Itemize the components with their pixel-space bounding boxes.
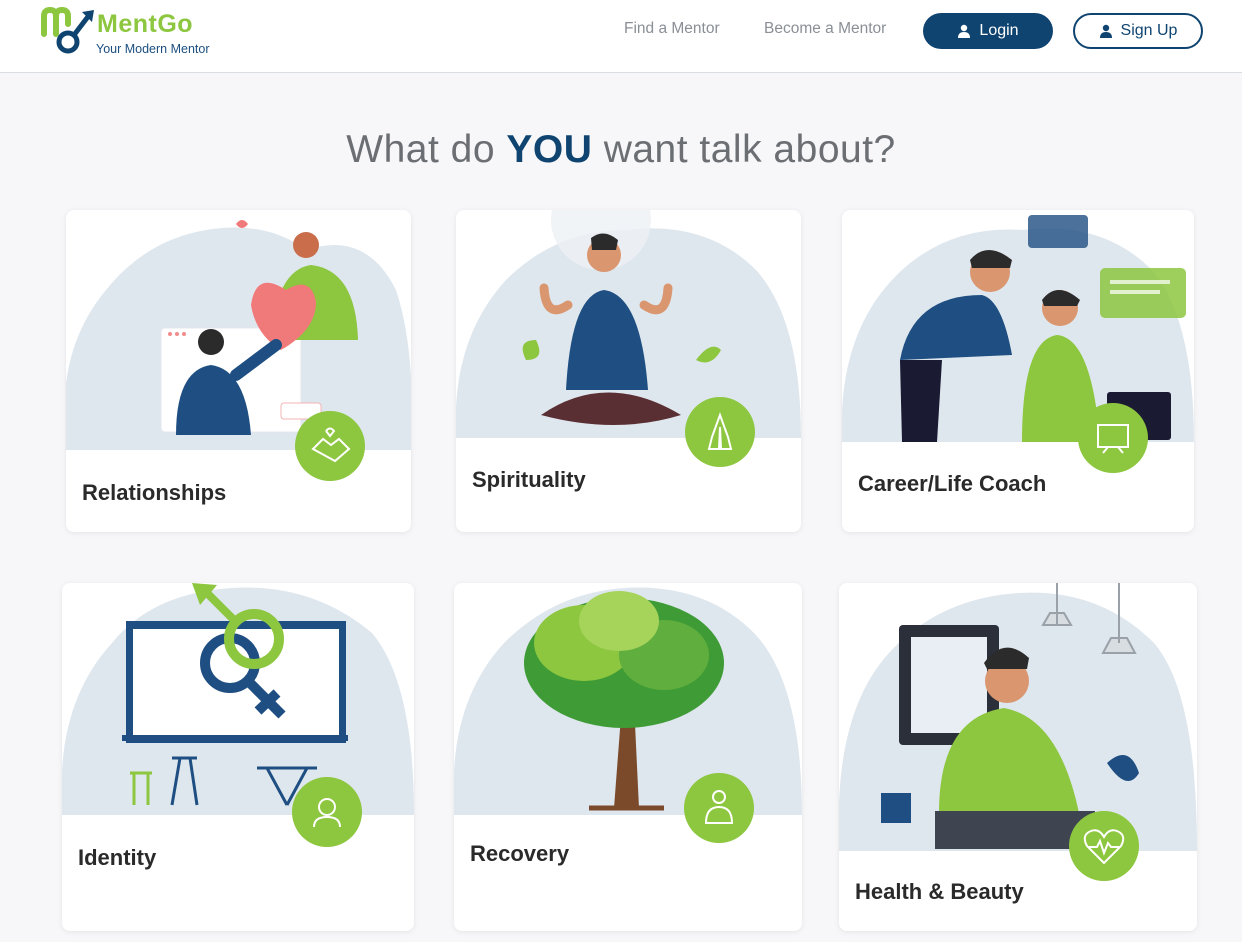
category-card-spirituality[interactable]: Spirituality — [456, 210, 801, 532]
signup-label: Sign Up — [1120, 22, 1178, 39]
category-title: Health & Beauty — [855, 879, 1024, 904]
logo-mark-icon — [41, 6, 94, 54]
user-icon — [1099, 24, 1112, 38]
top-navigation-bar: MentGo Your Modern Mentor Find a Mentor … — [0, 0, 1242, 73]
user-icon — [958, 24, 971, 38]
login-label: Login — [979, 22, 1019, 39]
heading-part2: want talk about? — [592, 128, 896, 171]
category-card-recovery[interactable]: Recovery — [454, 583, 802, 931]
category-title: Spirituality — [472, 467, 586, 492]
category-title: Relationships — [82, 480, 227, 505]
praying-hands-icon — [685, 397, 755, 467]
signup-button[interactable]: Sign Up — [1073, 13, 1203, 49]
heading-emphasis: YOU — [506, 128, 593, 171]
mentgo-logo[interactable]: MentGo Your Modern Mentor — [40, 4, 230, 64]
category-title: Recovery — [470, 841, 570, 866]
become-mentor-link[interactable]: Become a Mentor — [764, 20, 886, 38]
category-title: Identity — [78, 845, 157, 870]
page-heading: What do YOU want talk about? — [0, 128, 1242, 172]
category-card-relationships[interactable]: Relationships — [66, 210, 411, 532]
health-beauty-illustration — [839, 583, 1197, 851]
presentation-board-icon — [1078, 403, 1148, 473]
category-card-health-beauty[interactable]: Health & Beauty — [839, 583, 1197, 931]
heading-part1: What do — [346, 128, 507, 171]
hug-support-icon — [684, 773, 754, 843]
handshake-heart-icon — [295, 411, 365, 481]
person-question-icon — [292, 777, 362, 847]
find-mentor-link[interactable]: Find a Mentor — [624, 20, 720, 38]
category-card-identity[interactable]: Identity — [62, 583, 414, 931]
brand-name: MentGo — [97, 10, 194, 38]
heartbeat-icon — [1069, 811, 1139, 881]
category-title: Career/Life Coach — [858, 471, 1047, 496]
category-card-career-life-coach[interactable]: Career/Life Coach — [842, 210, 1194, 532]
brand-tagline: Your Modern Mentor — [96, 42, 210, 56]
login-button[interactable]: Login — [923, 13, 1053, 49]
